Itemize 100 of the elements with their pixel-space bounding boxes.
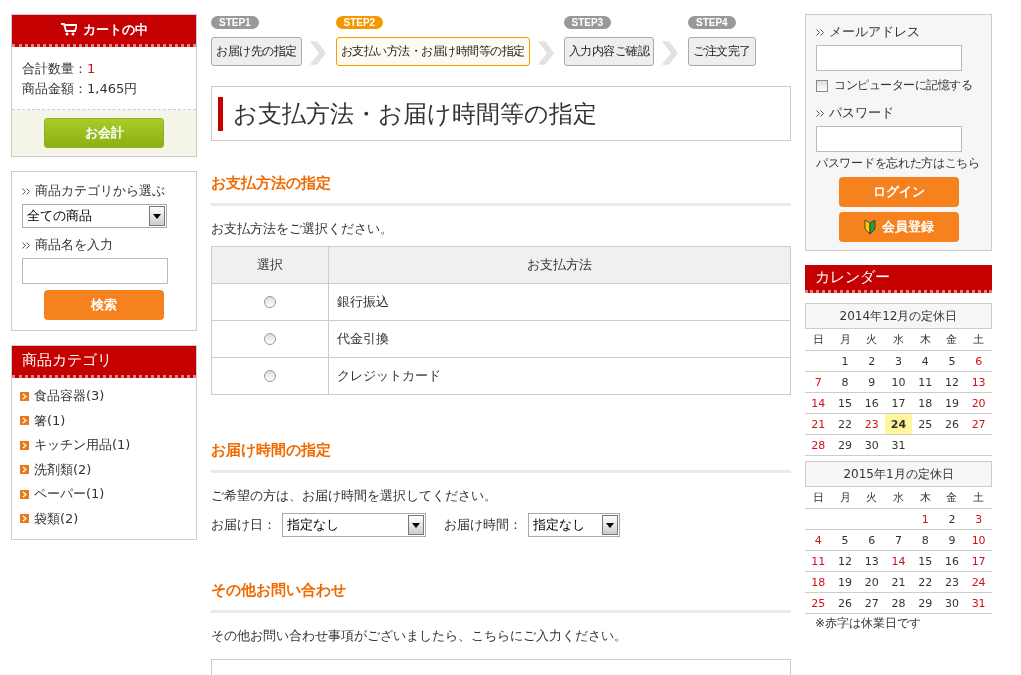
delivery-time-select[interactable]: 指定なし	[528, 513, 620, 537]
category-link[interactable]: 箸(1)	[20, 408, 188, 433]
bullet-icon	[20, 514, 29, 524]
category-title: 商品カテゴリ	[22, 351, 112, 370]
calendar-day: 28	[885, 593, 912, 614]
calendar-day: 4	[911, 351, 939, 372]
weekday-header: 月	[831, 329, 859, 351]
calendar-day: 26	[938, 414, 966, 435]
column-header: 選択	[256, 256, 284, 274]
email-label: メールアドレス	[816, 23, 981, 41]
section-intro: ご希望の方は、お届け時間を選択してください。	[211, 487, 498, 505]
radio-button[interactable]	[264, 333, 276, 345]
dropdown-arrow-icon	[153, 213, 161, 219]
delivery-date-select[interactable]: 指定なし	[282, 513, 426, 537]
calendar-day: 7	[805, 372, 832, 393]
delivery-date-label: お届け日：	[211, 516, 276, 534]
calendar-day: 16	[858, 393, 886, 414]
step-arrow-icon	[307, 40, 328, 66]
calendar-day: 10	[885, 372, 912, 393]
calendar-day: 14	[885, 551, 912, 572]
calendar-day: 30	[938, 593, 966, 614]
calendar-day: 26	[831, 593, 859, 614]
weekday-header: 火	[858, 329, 886, 351]
calendar-day: 1	[911, 509, 939, 530]
calendar-day: 8	[831, 372, 859, 393]
calendar-day: 3	[885, 351, 912, 372]
calendar-day: 15	[911, 551, 939, 572]
radio-button[interactable]	[264, 296, 276, 308]
step-label: 入力内容ご確認	[563, 37, 654, 66]
calendar-day: 17	[965, 551, 992, 572]
weekday-header: 土	[965, 329, 992, 351]
password-field[interactable]	[816, 126, 962, 152]
product-name-label: 商品名を入力	[22, 236, 186, 254]
calendar-day: 5	[938, 351, 966, 372]
calendar-day: 13	[965, 372, 992, 393]
calendar-day: 29	[911, 593, 939, 614]
radio-button[interactable]	[264, 370, 276, 382]
column-header: お支払方法	[328, 247, 790, 283]
weekday-header: 木	[911, 487, 939, 509]
remember-label: コンピューターに記憶する	[834, 77, 972, 94]
calendar-day: 3	[965, 509, 992, 530]
weekday-header: 木	[911, 329, 939, 351]
calendar-day: 9	[858, 372, 886, 393]
calendar-day: 20	[858, 572, 886, 593]
calendar-day: 11	[805, 551, 832, 572]
remember-checkbox[interactable]	[816, 79, 828, 92]
calendar-day: 31	[885, 435, 912, 456]
calendar-day: 5	[831, 530, 859, 551]
calendar-day: 24	[885, 414, 912, 435]
weekday-header: 日	[805, 329, 832, 351]
calendar-day: 9	[938, 530, 966, 551]
step-label: お支払い方法・お届け時間等の指定	[335, 37, 530, 66]
calendar-day: 19	[831, 572, 859, 593]
page-title: お支払方法・お届け時間等の指定	[233, 98, 597, 130]
calendar-day: 31	[965, 593, 992, 614]
calendar-day: 22	[911, 572, 939, 593]
category-link[interactable]: キッチン用品(1)	[20, 433, 188, 458]
calendar-day: 2	[858, 351, 886, 372]
category-link[interactable]: 食品容器(3)	[20, 384, 188, 409]
calendar-day: 21	[805, 414, 832, 435]
section-intro: その他お問い合わせ事項がございましたら、こちらにご入力ください。	[211, 627, 628, 645]
calendar-day: 13	[858, 551, 886, 572]
bullet-icon	[20, 489, 29, 499]
calendar-day: 18	[911, 393, 939, 414]
calendar-day: 22	[831, 414, 859, 435]
category-link[interactable]: 袋類(2)	[20, 506, 188, 531]
category-select[interactable]: 全ての商品	[22, 204, 167, 228]
bullet-icon	[20, 391, 29, 401]
calendar-day: 12	[938, 372, 966, 393]
section-heading: その他お問い合わせ	[211, 581, 791, 613]
quantity-label: 合計数量：	[22, 60, 87, 78]
bullet-icon	[20, 465, 29, 475]
category-link[interactable]: ペーパー(1)	[20, 482, 188, 507]
calendar-day: 7	[885, 530, 912, 551]
category-link[interactable]: 洗剤類(2)	[20, 457, 188, 482]
weekday-header: 水	[885, 329, 912, 351]
cart-icon	[60, 23, 77, 36]
title-accent-bar	[218, 96, 223, 131]
calendar-day: 25	[805, 593, 832, 614]
section-heading: お届け時間の指定	[211, 441, 791, 473]
calendar-day: 8	[911, 530, 939, 551]
cart-title: カートの中	[82, 20, 148, 39]
email-field[interactable]	[816, 45, 962, 71]
calendar-day: 12	[831, 551, 859, 572]
weekday-header: 水	[885, 487, 912, 509]
calendar-day: 27	[858, 593, 886, 614]
forgot-password-link[interactable]: パスワードを忘れた方はこちら	[816, 156, 981, 171]
weekday-header: 金	[938, 487, 966, 509]
month-title: 2015年1月の定休日	[805, 461, 992, 487]
weekday-header: 土	[965, 487, 992, 509]
calendar-day: 23	[938, 572, 966, 593]
calendar-day: 25	[911, 414, 939, 435]
calendar-day: 14	[805, 393, 832, 414]
table-cell: 代金引換	[328, 321, 790, 357]
calendar-day: 21	[885, 572, 912, 593]
delivery-time-label: お届け時間：	[444, 516, 522, 534]
calendar-day: 10	[965, 530, 992, 551]
double-chevron-icon	[816, 109, 825, 117]
product-name-field[interactable]	[22, 258, 168, 284]
step-badge: STEP3	[563, 16, 612, 29]
